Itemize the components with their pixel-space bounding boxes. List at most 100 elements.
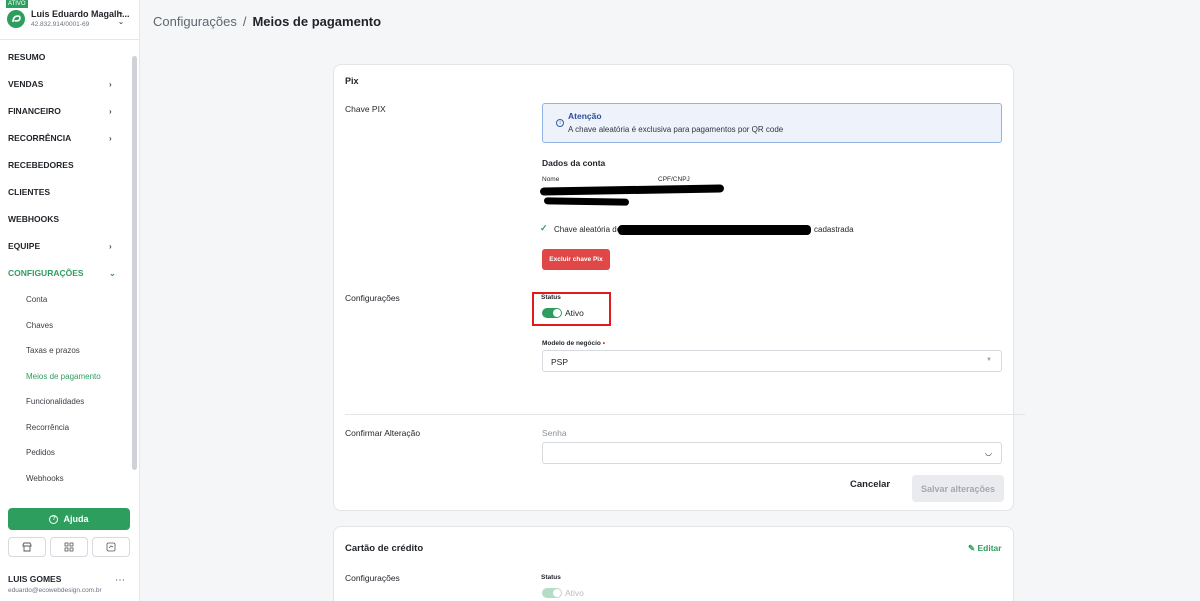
breadcrumb: Configurações / Meios de pagamento [153, 14, 381, 29]
modelo-label-text: Modelo de negócio [542, 340, 601, 347]
breadcrumb-separator: / [242, 14, 247, 29]
sidebar-item-webhooks[interactable]: WEBHOOKS [0, 206, 140, 233]
pix-title: Pix [345, 76, 359, 86]
senha-label: Senha [542, 428, 567, 438]
redacted-account-data [539, 184, 725, 196]
sidebar-subitem-chaves[interactable]: Chaves [0, 313, 140, 339]
sidebar-item-label: RECEBEDORES [8, 160, 74, 170]
sidebar-item-vendas[interactable]: VENDAS › [0, 71, 140, 98]
user-name: LUIS GOMES [8, 574, 62, 584]
status-value: Ativo [565, 308, 584, 318]
sidebar-subitem-webhooks[interactable]: Webhooks [0, 466, 140, 492]
confirmar-alteracao-label: Confirmar Alteração [345, 428, 421, 438]
help-icon: ? [49, 514, 59, 524]
breadcrumb-parent[interactable]: Configurações [153, 14, 237, 29]
sidebar-item-recebedores[interactable]: RECEBEDORES [0, 152, 140, 179]
cc-status-value: Ativo [565, 588, 584, 598]
attention-alert: i Atenção A chave aleatória é exclusiva … [542, 103, 1002, 143]
chevron-down-icon: ⌄ [109, 269, 116, 278]
sidebar-item-label: VENDAS [8, 79, 44, 89]
configuracoes-label: Configurações [345, 293, 400, 303]
toggle-knob [553, 589, 561, 597]
credit-card-card: Cartão de crédito ✎ Editar Configurações… [333, 526, 1014, 601]
more-options-icon[interactable]: ⋯ [115, 575, 125, 586]
sidebar-subitem-conta[interactable]: Conta [0, 287, 140, 313]
sidebar-subitem-funcionalidades[interactable]: Funcionalidades [0, 389, 140, 415]
user-email: eduardo@ecowebdesign.com.br [8, 587, 102, 594]
chart-icon [106, 542, 116, 552]
store-button[interactable] [8, 537, 46, 557]
help-button[interactable]: ? Ajuda [8, 508, 130, 530]
check-icon: ✓ [540, 223, 548, 233]
edit-label: Editar [977, 543, 1002, 553]
apps-button[interactable] [50, 537, 88, 557]
sidebar-item-label: CLIENTES [8, 187, 51, 197]
account-name: Luis Eduardo Magalh... [31, 9, 130, 19]
cc-configuracoes-label: Configurações [345, 573, 400, 583]
sidebar: ATIVO Luis Eduardo Magalh... 42.832.914/… [0, 0, 140, 601]
sidebar-item-resumo[interactable]: RESUMO [0, 44, 140, 71]
chave-prefix-text: Chave aleatória de [554, 225, 622, 234]
page-title: Meios de pagamento [252, 14, 382, 29]
alert-text: A chave aleatória é exclusiva para pagam… [568, 125, 784, 134]
save-button[interactable]: Salvar alterações [912, 475, 1004, 502]
sidebar-subitem-pedidos[interactable]: Pedidos [0, 440, 140, 466]
eye-closed-icon[interactable]: ◡ [985, 448, 992, 457]
info-icon: i [556, 119, 564, 127]
chevron-right-icon: › [109, 242, 112, 251]
account-document: 42.832.914/0001-69 [31, 21, 90, 28]
cancel-button[interactable]: Cancelar [850, 479, 890, 490]
sidebar-scrollbar[interactable] [132, 56, 137, 470]
dados-conta-title: Dados da conta [542, 158, 606, 168]
redacted-key [618, 225, 811, 235]
sidebar-nav: RESUMO VENDAS › FINANCEIRO › RECORRÊNCIA › … [0, 44, 140, 491]
modelo-negocio-label: Modelo de negócio • [542, 340, 605, 347]
alert-title: Atenção [568, 111, 602, 121]
edit-button[interactable]: ✎ Editar [968, 543, 1002, 554]
status-toggle[interactable] [542, 308, 562, 318]
redacted-account-data [543, 197, 630, 206]
chevron-up-down-icon[interactable]: ⌃ ⌄ [116, 12, 126, 26]
store-icon [22, 542, 32, 552]
section-divider [345, 414, 1025, 415]
chevron-down-icon: ▼ [986, 357, 992, 363]
sidebar-item-label: RECORRÊNCIA [8, 133, 72, 143]
account-status-badge: ATIVO [6, 0, 28, 8]
sidebar-item-recorrencia[interactable]: RECORRÊNCIA › [0, 125, 140, 152]
company-logo [7, 10, 25, 28]
password-input[interactable]: ◡ [542, 442, 1002, 464]
sidebar-item-financeiro[interactable]: FINANCEIRO › [0, 98, 140, 125]
modelo-negocio-select[interactable]: PSP ▼ [542, 350, 1002, 372]
reports-button[interactable] [92, 537, 130, 557]
cpf-column-label: CPF/CNPJ [658, 176, 690, 183]
chevron-right-icon: › [109, 80, 112, 89]
sidebar-item-label: CONFIGURAÇÕES [8, 268, 84, 278]
sidebar-item-label: RESUMO [8, 52, 46, 62]
delete-pix-key-button[interactable]: Excluir chave Pix [542, 249, 610, 270]
chave-suffix-text: cadastrada [814, 225, 854, 234]
sidebar-item-label: FINANCEIRO [8, 106, 61, 116]
sidebar-item-equipe[interactable]: EQUIPE › [0, 233, 140, 260]
chevron-right-icon: › [109, 134, 112, 143]
chevron-right-icon: › [109, 107, 112, 116]
account-switcher[interactable]: ATIVO Luis Eduardo Magalh... 42.832.914/… [0, 0, 140, 40]
help-label: Ajuda [63, 514, 89, 524]
sidebar-subitem-taxas[interactable]: Taxas e prazos [0, 338, 140, 364]
sidebar-subitem-meios-pagamento[interactable]: Meios de pagamento [0, 364, 140, 390]
status-label: Status [541, 294, 561, 301]
sidebar-item-label: WEBHOOKS [8, 214, 59, 224]
required-marker: • [602, 340, 605, 347]
chave-pix-label: Chave PIX [345, 104, 386, 114]
credit-card-title: Cartão de crédito [345, 543, 424, 554]
pix-card: Pix Chave PIX i Atenção A chave aleatóri… [333, 64, 1025, 511]
sidebar-item-clientes[interactable]: CLIENTES [0, 179, 140, 206]
sidebar-subitem-recorrencia[interactable]: Recorrência [0, 415, 140, 441]
grid-icon [64, 542, 74, 552]
nome-column-label: Nome [542, 176, 560, 183]
select-value: PSP [551, 357, 569, 367]
toggle-knob [553, 309, 561, 317]
cc-status-toggle[interactable] [542, 588, 562, 598]
sidebar-item-label: EQUIPE [8, 241, 41, 251]
sidebar-item-configuracoes[interactable]: CONFIGURAÇÕES ⌄ [0, 260, 140, 287]
pencil-icon: ✎ [968, 543, 976, 553]
